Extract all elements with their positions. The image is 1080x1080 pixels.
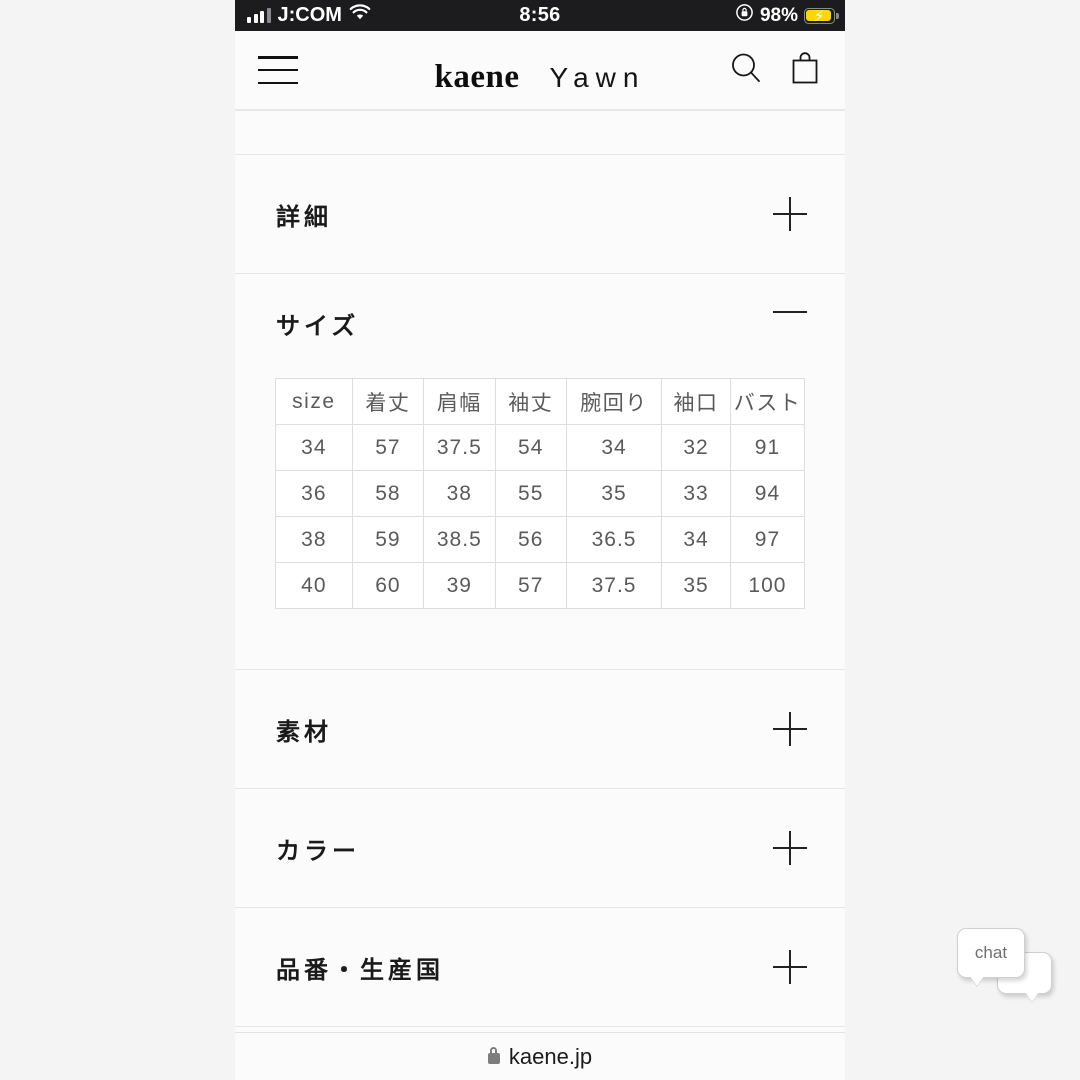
size-table: size 着丈 肩幅 袖丈 腕回り 袖口 バスト 34 57 37.5 54 3… — [275, 378, 806, 609]
table-cell: 37.5 — [565, 562, 663, 609]
phone-viewport: J:COM 8:56 98% ⚡ kaene Yawn 詳細 サイズ size … — [235, 0, 1052, 1080]
table-header-cell: 袖丈 — [494, 378, 567, 425]
table-row: 36 58 38 55 35 33 94 — [275, 470, 806, 517]
minus-icon[interactable] — [773, 295, 807, 329]
lock-icon — [487, 1046, 500, 1064]
table-cell: 36 — [275, 470, 353, 517]
table-cell: 55 — [494, 470, 567, 517]
table-cell: 94 — [729, 470, 806, 517]
table-cell: 40 — [275, 562, 353, 609]
chat-bubbles-icon[interactable]: chat — [957, 928, 1052, 1003]
battery-charging-icon: ⚡ — [804, 7, 839, 24]
table-row: 38 59 38.5 56 36.5 34 97 — [275, 516, 806, 563]
accordion-size[interactable]: サイズ — [235, 274, 845, 350]
accordion-size-label: サイズ — [276, 313, 360, 340]
table-cell: 34 — [275, 424, 353, 471]
plus-icon[interactable] — [773, 950, 807, 984]
table-header-cell: 肩幅 — [423, 378, 496, 425]
accordion-sku-country[interactable]: 品番・生産国 — [235, 908, 845, 1026]
table-cell: 35 — [565, 470, 663, 517]
table-header-cell: 袖口 — [661, 378, 731, 425]
table-header-cell: size — [275, 378, 353, 425]
accordion-sku-country-label: 品番・生産国 — [276, 956, 444, 984]
table-cell: 35 — [661, 562, 731, 609]
table-cell: 97 — [729, 516, 806, 563]
table-cell: 39 — [423, 562, 496, 609]
accordion-material[interactable]: 素材 — [235, 670, 845, 788]
url-label: kaene.jp — [508, 1043, 593, 1069]
table-cell: 38 — [423, 470, 496, 517]
table-cell: 57 — [494, 562, 567, 609]
table-cell: 60 — [351, 562, 425, 609]
table-cell: 59 — [351, 516, 425, 563]
table-cell: 100 — [729, 562, 806, 609]
table-cell: 57 — [351, 424, 425, 471]
accordion-detail-label: 詳細 — [276, 203, 332, 231]
table-header-cell: 腕回り — [565, 378, 663, 425]
table-cell: 91 — [729, 424, 806, 471]
status-bar-right: 98% ⚡ — [735, 3, 845, 28]
rotation-lock-icon — [735, 3, 754, 28]
product-accordion-list: 詳細 サイズ size 着丈 肩幅 袖丈 腕回り 袖口 バスト 34 57 37… — [235, 110, 845, 1027]
chat-bubble-front[interactable]: chat — [957, 928, 1025, 978]
site-header: kaene Yawn — [235, 31, 845, 110]
accordion-color[interactable]: カラー — [235, 789, 845, 907]
brand-logo-kaene[interactable]: kaene — [435, 59, 520, 96]
accordion-detail[interactable]: 詳細 — [235, 155, 845, 273]
table-row: 40 60 39 57 37.5 35 100 — [275, 562, 806, 609]
table-cell: 32 — [661, 424, 731, 471]
table-cell: 58 — [351, 470, 425, 517]
search-icon[interactable] — [729, 51, 763, 90]
shopping-bag-icon[interactable] — [789, 50, 821, 91]
table-cell: 56 — [494, 516, 567, 563]
table-cell: 38 — [275, 516, 353, 563]
browser-url-bar[interactable]: kaene.jp — [235, 1032, 845, 1080]
table-cell: 38.5 — [423, 516, 496, 563]
chat-label: chat — [974, 943, 1008, 962]
plus-icon[interactable] — [773, 197, 807, 231]
table-row: 34 57 37.5 54 34 32 91 — [275, 424, 806, 471]
plus-icon[interactable] — [773, 831, 807, 865]
accordion-material-label: 素材 — [276, 718, 332, 746]
plus-icon[interactable] — [773, 712, 807, 746]
table-cell: 36.5 — [565, 516, 663, 563]
divider — [235, 1026, 845, 1027]
table-header-cell: バスト — [729, 378, 806, 425]
empty-section-row — [235, 111, 845, 154]
table-cell: 54 — [494, 424, 567, 471]
ios-status-bar: J:COM 8:56 98% ⚡ — [235, 0, 845, 31]
screenshot-root: J:COM 8:56 98% ⚡ kaene Yawn 詳細 サイズ size … — [0, 0, 1080, 1080]
size-table-panel: size 着丈 肩幅 袖丈 腕回り 袖口 バスト 34 57 37.5 54 3… — [235, 350, 845, 669]
table-cell: 34 — [565, 424, 663, 471]
brand-logo-yawn[interactable]: Yawn — [550, 62, 646, 94]
table-cell: 33 — [661, 470, 731, 517]
battery-percent-label: 98% — [759, 4, 798, 26]
table-header-row: size 着丈 肩幅 袖丈 腕回り 袖口 バスト — [275, 378, 806, 425]
table-cell: 37.5 — [423, 424, 496, 471]
table-header-cell: 着丈 — [351, 378, 425, 425]
header-actions — [729, 50, 821, 91]
table-cell: 34 — [661, 516, 731, 563]
accordion-color-label: カラー — [276, 837, 360, 865]
